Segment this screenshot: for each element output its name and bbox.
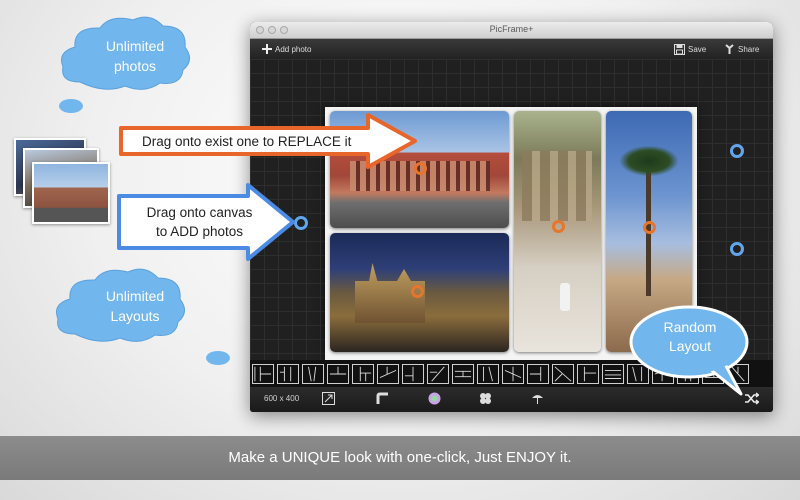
stack-photo-front xyxy=(32,162,110,224)
random-layout-line1: Random xyxy=(663,319,717,335)
cloud-puff-layouts xyxy=(206,351,230,365)
floppy-disk-icon xyxy=(674,43,685,55)
plus-icon xyxy=(262,44,272,54)
random-layout-text: Random Layout xyxy=(650,318,730,356)
layout-thumb-1[interactable] xyxy=(252,363,274,384)
add-arrow-line2: to ADD photos xyxy=(155,224,244,239)
save-button[interactable]: Save xyxy=(674,42,706,56)
child-figure xyxy=(560,283,570,311)
share-button[interactable]: Share xyxy=(724,42,759,56)
layout-thumb-12[interactable] xyxy=(527,363,549,384)
layout-thumb-15[interactable] xyxy=(602,363,624,384)
share-icon xyxy=(725,43,734,54)
shadow-icon[interactable] xyxy=(531,392,544,405)
canvas-edge-handle-right-top[interactable] xyxy=(730,144,744,158)
resize-icon[interactable] xyxy=(322,392,335,405)
cloud-layouts-line2: Layouts xyxy=(110,308,160,324)
cloud-text-photos: Unlimited photos xyxy=(85,36,185,76)
photo-handle-cathedral[interactable] xyxy=(411,285,424,298)
add-arrow-line1: Drag onto canvas xyxy=(146,205,253,220)
cloud-photos-line2: photos xyxy=(113,58,157,74)
layout-thumb-14[interactable] xyxy=(577,363,599,384)
add-photo-label: Add photo xyxy=(275,44,312,54)
layout-thumb-7[interactable] xyxy=(402,363,424,384)
cloud-layouts-line1: Unlimited xyxy=(105,288,165,304)
photo-handle-palm[interactable] xyxy=(643,221,656,234)
layout-thumb-6[interactable] xyxy=(377,363,399,384)
layout-thumb-5[interactable] xyxy=(352,363,374,384)
dragged-photo-stack[interactable] xyxy=(14,138,110,228)
add-arrow-label: Drag onto canvas to ADD photos xyxy=(137,203,262,241)
palm-crown xyxy=(620,146,678,176)
layout-thumb-2[interactable] xyxy=(277,363,299,384)
canvas-edge-handle-right-bottom[interactable] xyxy=(730,242,744,256)
canvas-size-value[interactable]: 600 x 400 xyxy=(264,394,299,403)
save-label: Save xyxy=(688,44,707,54)
share-label: Share xyxy=(738,44,760,54)
layout-thumb-3[interactable] xyxy=(302,363,324,384)
corner-radius-icon[interactable] xyxy=(376,392,389,405)
park-columns xyxy=(522,151,592,221)
cloud-photos-line1: Unlimited xyxy=(105,38,165,54)
toolbar: Add photo Save Share xyxy=(250,39,773,60)
add-photo-button[interactable]: Add photo xyxy=(262,42,311,56)
layout-thumb-9[interactable] xyxy=(452,363,474,384)
random-layout-line2: Layout xyxy=(668,338,712,354)
layout-thumb-4[interactable] xyxy=(327,363,349,384)
cloud-text-layouts: Unlimited Layouts xyxy=(85,286,185,326)
title-bar: PicFrame+ xyxy=(250,22,773,39)
window-title: PicFrame+ xyxy=(489,24,534,34)
cloud-puff-photos xyxy=(59,99,83,113)
photo-handle-park-guell[interactable] xyxy=(552,220,565,233)
canvas-edge-handle-left[interactable] xyxy=(294,216,308,230)
layout-thumb-8[interactable] xyxy=(427,363,449,384)
layout-thumb-10[interactable] xyxy=(477,363,499,384)
pattern-icon[interactable] xyxy=(479,392,492,405)
layout-thumb-11[interactable] xyxy=(502,363,524,384)
replace-arrow-label: Drag onto exist one to REPLACE it xyxy=(142,134,352,149)
color-wheel-icon[interactable] xyxy=(428,392,441,405)
promo-banner: Make a UNIQUE look with one-click, Just … xyxy=(0,436,800,480)
layout-thumb-13[interactable] xyxy=(552,363,574,384)
